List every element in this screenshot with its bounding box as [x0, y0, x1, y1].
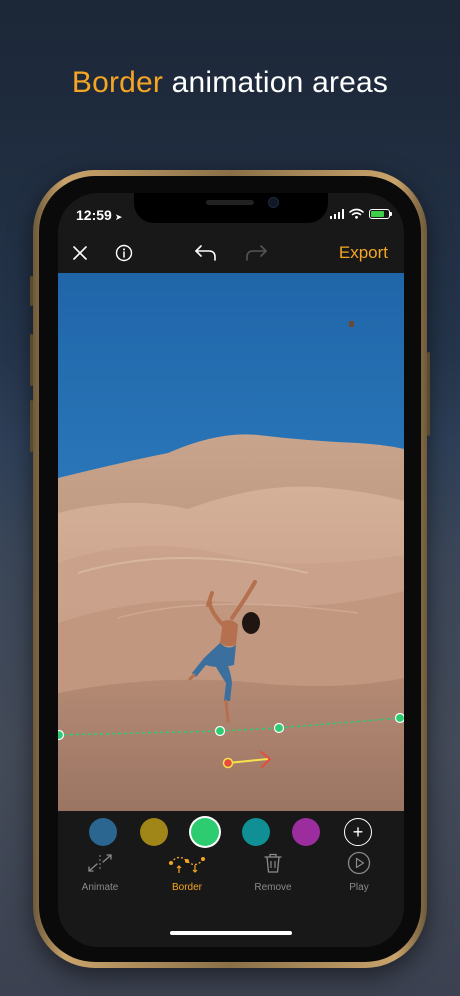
- close-icon: [73, 246, 87, 260]
- notch: [134, 193, 328, 223]
- location-icon: ➤: [114, 212, 123, 222]
- tab-play-label: Play: [349, 882, 369, 893]
- tab-animate[interactable]: Animate: [60, 851, 140, 893]
- volume-down-button: [30, 400, 33, 452]
- color-swatch-olive[interactable]: [140, 818, 168, 846]
- close-button[interactable]: [70, 243, 90, 263]
- front-camera: [268, 197, 279, 208]
- undo-icon: [195, 245, 216, 261]
- border-point[interactable]: [58, 729, 65, 741]
- home-indicator[interactable]: [170, 931, 292, 935]
- headline-text: animation areas: [163, 66, 389, 99]
- headline: Border animation areas: [0, 66, 460, 100]
- border-point[interactable]: [214, 725, 226, 737]
- battery-icon: [369, 208, 392, 219]
- status-time: 12:59 ➤: [76, 207, 122, 223]
- redo-icon: [246, 245, 267, 261]
- redo-button[interactable]: [242, 241, 270, 265]
- battery-fill: [371, 210, 385, 217]
- trash-icon: [264, 853, 282, 873]
- status-icons: [329, 208, 392, 219]
- photo-canvas[interactable]: [58, 273, 404, 811]
- power-button: [427, 352, 430, 436]
- play-icon: [347, 851, 371, 875]
- info-icon: [115, 244, 133, 262]
- photo-image[interactable]: [58, 273, 404, 811]
- animate-icon: [88, 854, 112, 872]
- color-swatch-blue[interactable]: [89, 818, 117, 846]
- tab-animate-label: Animate: [81, 882, 119, 893]
- tab-remove[interactable]: Remove: [233, 851, 313, 893]
- bird-speck: [349, 321, 354, 327]
- volume-up-button: [30, 334, 33, 386]
- color-swatch-teal[interactable]: [242, 818, 270, 846]
- wifi-icon: [349, 208, 364, 219]
- headline-accent: Border: [71, 66, 164, 99]
- signal-icon: [329, 208, 344, 219]
- color-swatch-purple[interactable]: [292, 818, 320, 846]
- screen: 12:59 ➤ Export + Animate Border Remove P…: [58, 193, 404, 947]
- border-point[interactable]: [273, 722, 285, 734]
- info-button[interactable]: [113, 242, 135, 264]
- tab-play[interactable]: Play: [319, 851, 399, 893]
- color-swatch-green[interactable]: [191, 818, 219, 846]
- export-button[interactable]: Export: [339, 243, 388, 263]
- undo-button[interactable]: [192, 241, 220, 265]
- border-icon: [169, 856, 205, 873]
- tab-bar: Animate Border Remove Play: [58, 851, 404, 899]
- plus-icon: +: [352, 822, 364, 842]
- tab-remove-label: Remove: [254, 882, 292, 893]
- anchor-point[interactable]: [222, 757, 234, 769]
- toolbar: Export: [58, 239, 404, 267]
- tab-border-label: Border: [171, 882, 202, 893]
- status-time-text: 12:59: [76, 207, 112, 223]
- mute-switch: [30, 276, 33, 306]
- add-color-button[interactable]: +: [344, 818, 372, 846]
- border-point[interactable]: [394, 712, 405, 724]
- color-palette: +: [58, 816, 404, 852]
- tab-border[interactable]: Border: [147, 851, 227, 893]
- speaker: [206, 200, 254, 205]
